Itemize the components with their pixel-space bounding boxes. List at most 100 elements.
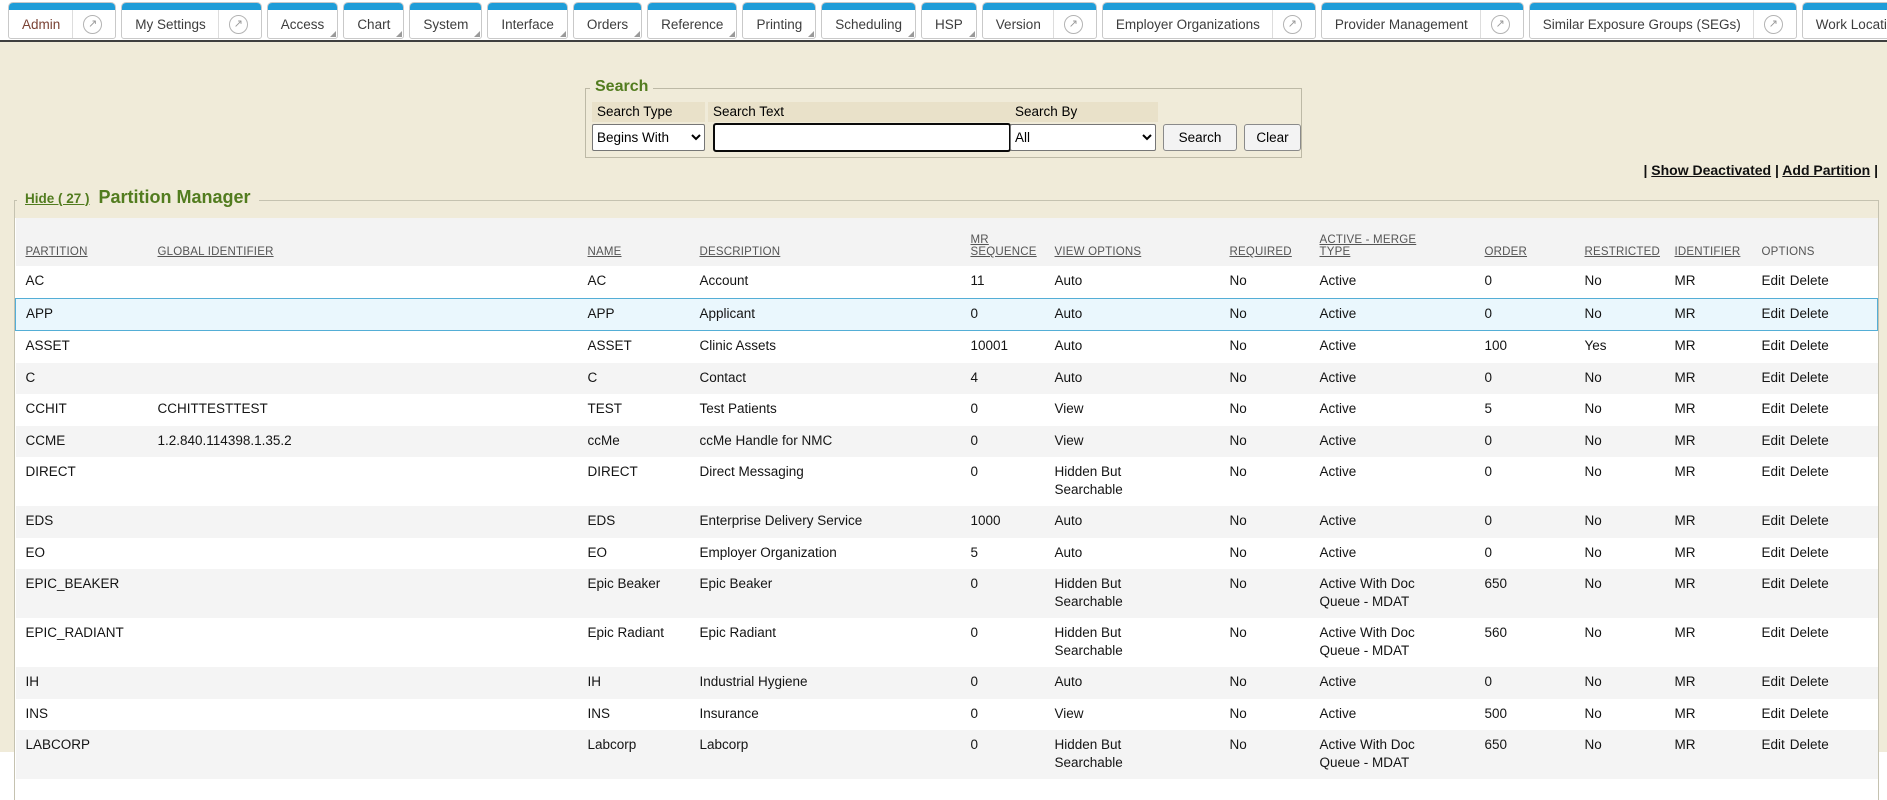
tab-accent-bar (1803, 3, 1887, 10)
table-row-ins[interactable]: INSINSInsurance0ViewNoActive500NoMREditD… (16, 699, 1878, 731)
menu-corner-icon (634, 31, 640, 37)
cell-description: Clinic Assets (690, 331, 961, 363)
table-row-cchit[interactable]: CCHITCCHITTESTTESTTESTTest Patients0View… (16, 394, 1878, 426)
tab-hsp[interactable]: HSP (921, 2, 977, 39)
column-header-mr-sequence[interactable]: MR SEQUENCE (961, 218, 1045, 266)
edit-link[interactable]: Edit (1762, 464, 1785, 479)
menu-corner-icon (729, 31, 735, 37)
edit-link[interactable]: Edit (1762, 513, 1785, 528)
delete-link[interactable]: Delete (1790, 306, 1829, 321)
tab-employer-organizations[interactable]: Employer Organizations↗ (1102, 2, 1316, 39)
edit-link[interactable]: Edit (1762, 706, 1785, 721)
delete-link[interactable]: Delete (1790, 370, 1829, 385)
cell-order: 650 (1475, 569, 1575, 618)
column-header-name[interactable]: NAME (578, 218, 690, 266)
delete-link[interactable]: Delete (1790, 545, 1829, 560)
cell-required: No (1220, 506, 1310, 538)
tab-printing[interactable]: Printing (742, 2, 816, 39)
tab-provider-management[interactable]: Provider Management↗ (1321, 2, 1524, 39)
tab-label: System (423, 17, 468, 32)
tab-reference[interactable]: Reference (647, 2, 737, 39)
column-header-partition[interactable]: PARTITION (16, 218, 148, 266)
edit-link[interactable]: Edit (1762, 401, 1785, 416)
delete-link[interactable]: Delete (1790, 674, 1829, 689)
table-row-c[interactable]: CCContact4AutoNoActive0NoMREditDelete (16, 363, 1878, 395)
column-header-view-options[interactable]: VIEW OPTIONS (1045, 218, 1220, 266)
delete-link[interactable]: Delete (1790, 576, 1829, 591)
add-partition-link[interactable]: Add Partition (1782, 162, 1870, 178)
table-row-direct[interactable]: DIRECTDIRECTDirect Messaging0Hidden But … (16, 457, 1878, 506)
tab-chart[interactable]: Chart (343, 2, 404, 39)
edit-link[interactable]: Edit (1762, 674, 1785, 689)
search-text-input[interactable] (713, 123, 1011, 152)
table-row-asset[interactable]: ASSETASSETClinic Assets10001AutoNoActive… (16, 331, 1878, 363)
edit-link[interactable]: Edit (1762, 273, 1785, 288)
column-header-description[interactable]: DESCRIPTION (690, 218, 961, 266)
cell-global-identifier: CCHITTESTTEST (148, 394, 578, 426)
table-row-labcorp[interactable]: LABCORPLabcorpLabcorp0Hidden But Searcha… (16, 730, 1878, 779)
cell-options: Edit Delete (1752, 298, 1878, 331)
edit-link[interactable]: Edit (1762, 370, 1785, 385)
table-row-epic-beaker[interactable]: EPIC_BEAKEREpic BeakerEpic Beaker0Hidden… (16, 569, 1878, 618)
external-link-icon[interactable]: ↗ (229, 15, 248, 34)
external-link-icon[interactable]: ↗ (1064, 15, 1083, 34)
edit-link[interactable]: Edit (1762, 576, 1785, 591)
cell-partition: DIRECT (16, 457, 148, 506)
table-row-ac[interactable]: ACACAccount11AutoNoActive0NoMREditDelete (16, 266, 1878, 298)
table-row-epic-radiant[interactable]: EPIC_RADIANTEpic RadiantEpic Radiant0Hid… (16, 618, 1878, 667)
edit-link[interactable]: Edit (1762, 545, 1785, 560)
delete-link[interactable]: Delete (1790, 513, 1829, 528)
tab-system[interactable]: System (409, 2, 482, 39)
tab-interface[interactable]: Interface (487, 2, 568, 39)
table-row-ccme[interactable]: CCME1.2.840.114398.1.35.2ccMeccMe Handle… (16, 426, 1878, 458)
table-row-eo[interactable]: EOEOEmployer Organization5AutoNoActive0N… (16, 538, 1878, 570)
search-type-select[interactable]: Begins With (592, 124, 705, 151)
delete-link[interactable]: Delete (1790, 401, 1829, 416)
external-link-icon[interactable]: ↗ (1764, 15, 1783, 34)
tab-my-settings[interactable]: My Settings↗ (121, 2, 262, 39)
delete-link[interactable]: Delete (1790, 433, 1829, 448)
delete-link[interactable]: Delete (1790, 273, 1829, 288)
edit-link[interactable]: Edit (1762, 338, 1785, 353)
column-header-active-merge-type[interactable]: ACTIVE - MERGE TYPE (1310, 218, 1475, 266)
cell-restricted: No (1575, 730, 1665, 779)
tab-scheduling[interactable]: Scheduling (821, 2, 916, 39)
tab-similar-exposure-groups-segs[interactable]: Similar Exposure Groups (SEGs)↗ (1529, 2, 1797, 39)
edit-link[interactable]: Edit (1762, 625, 1785, 640)
external-link-icon[interactable]: ↗ (1283, 15, 1302, 34)
table-row-eds[interactable]: EDSEDSEnterprise Delivery Service1000Aut… (16, 506, 1878, 538)
column-header-restricted[interactable]: RESTRICTED (1575, 218, 1665, 266)
external-link-icon[interactable]: ↗ (83, 15, 102, 34)
delete-link[interactable]: Delete (1790, 706, 1829, 721)
delete-link[interactable]: Delete (1790, 338, 1829, 353)
delete-link[interactable]: Delete (1790, 737, 1829, 752)
cell-description: ccMe Handle for NMC (690, 426, 961, 458)
cell-description: Direct Messaging (690, 457, 961, 506)
tab-access[interactable]: Access (267, 2, 339, 39)
column-header-identifier[interactable]: IDENTIFIER (1665, 218, 1752, 266)
delete-link[interactable]: Delete (1790, 464, 1829, 479)
show-deactivated-link[interactable]: Show Deactivated (1651, 162, 1771, 178)
table-row-ih[interactable]: IHIHIndustrial Hygiene0AutoNoActive0NoMR… (16, 667, 1878, 699)
external-link-icon[interactable]: ↗ (1491, 15, 1510, 34)
edit-link[interactable]: Edit (1762, 433, 1785, 448)
edit-link[interactable]: Edit (1762, 737, 1785, 752)
tab-version[interactable]: Version↗ (982, 2, 1097, 39)
delete-link[interactable]: Delete (1790, 625, 1829, 640)
tab-work-locations[interactable]: Work Locations↗ (1802, 2, 1887, 39)
hide-count-link[interactable]: Hide ( 27 ) (25, 191, 90, 206)
search-by-select[interactable]: All (1010, 124, 1156, 151)
tab-orders[interactable]: Orders (573, 2, 642, 39)
table-row-app[interactable]: APPAPPApplicant0AutoNoActive0NoMREditDel… (16, 298, 1878, 331)
search-button[interactable]: Search (1163, 124, 1237, 151)
cell-identifier: MR (1665, 506, 1752, 538)
search-by-label: Search By (1010, 102, 1158, 122)
clear-button[interactable]: Clear (1244, 124, 1301, 151)
menu-corner-icon (808, 31, 814, 37)
column-header-options: OPTIONS (1752, 218, 1878, 266)
tab-admin[interactable]: Admin↗ (8, 2, 116, 39)
column-header-required[interactable]: REQUIRED (1220, 218, 1310, 266)
column-header-order[interactable]: ORDER (1475, 218, 1575, 266)
edit-link[interactable]: Edit (1762, 306, 1785, 321)
column-header-global-identifier[interactable]: GLOBAL IDENTIFIER (148, 218, 578, 266)
